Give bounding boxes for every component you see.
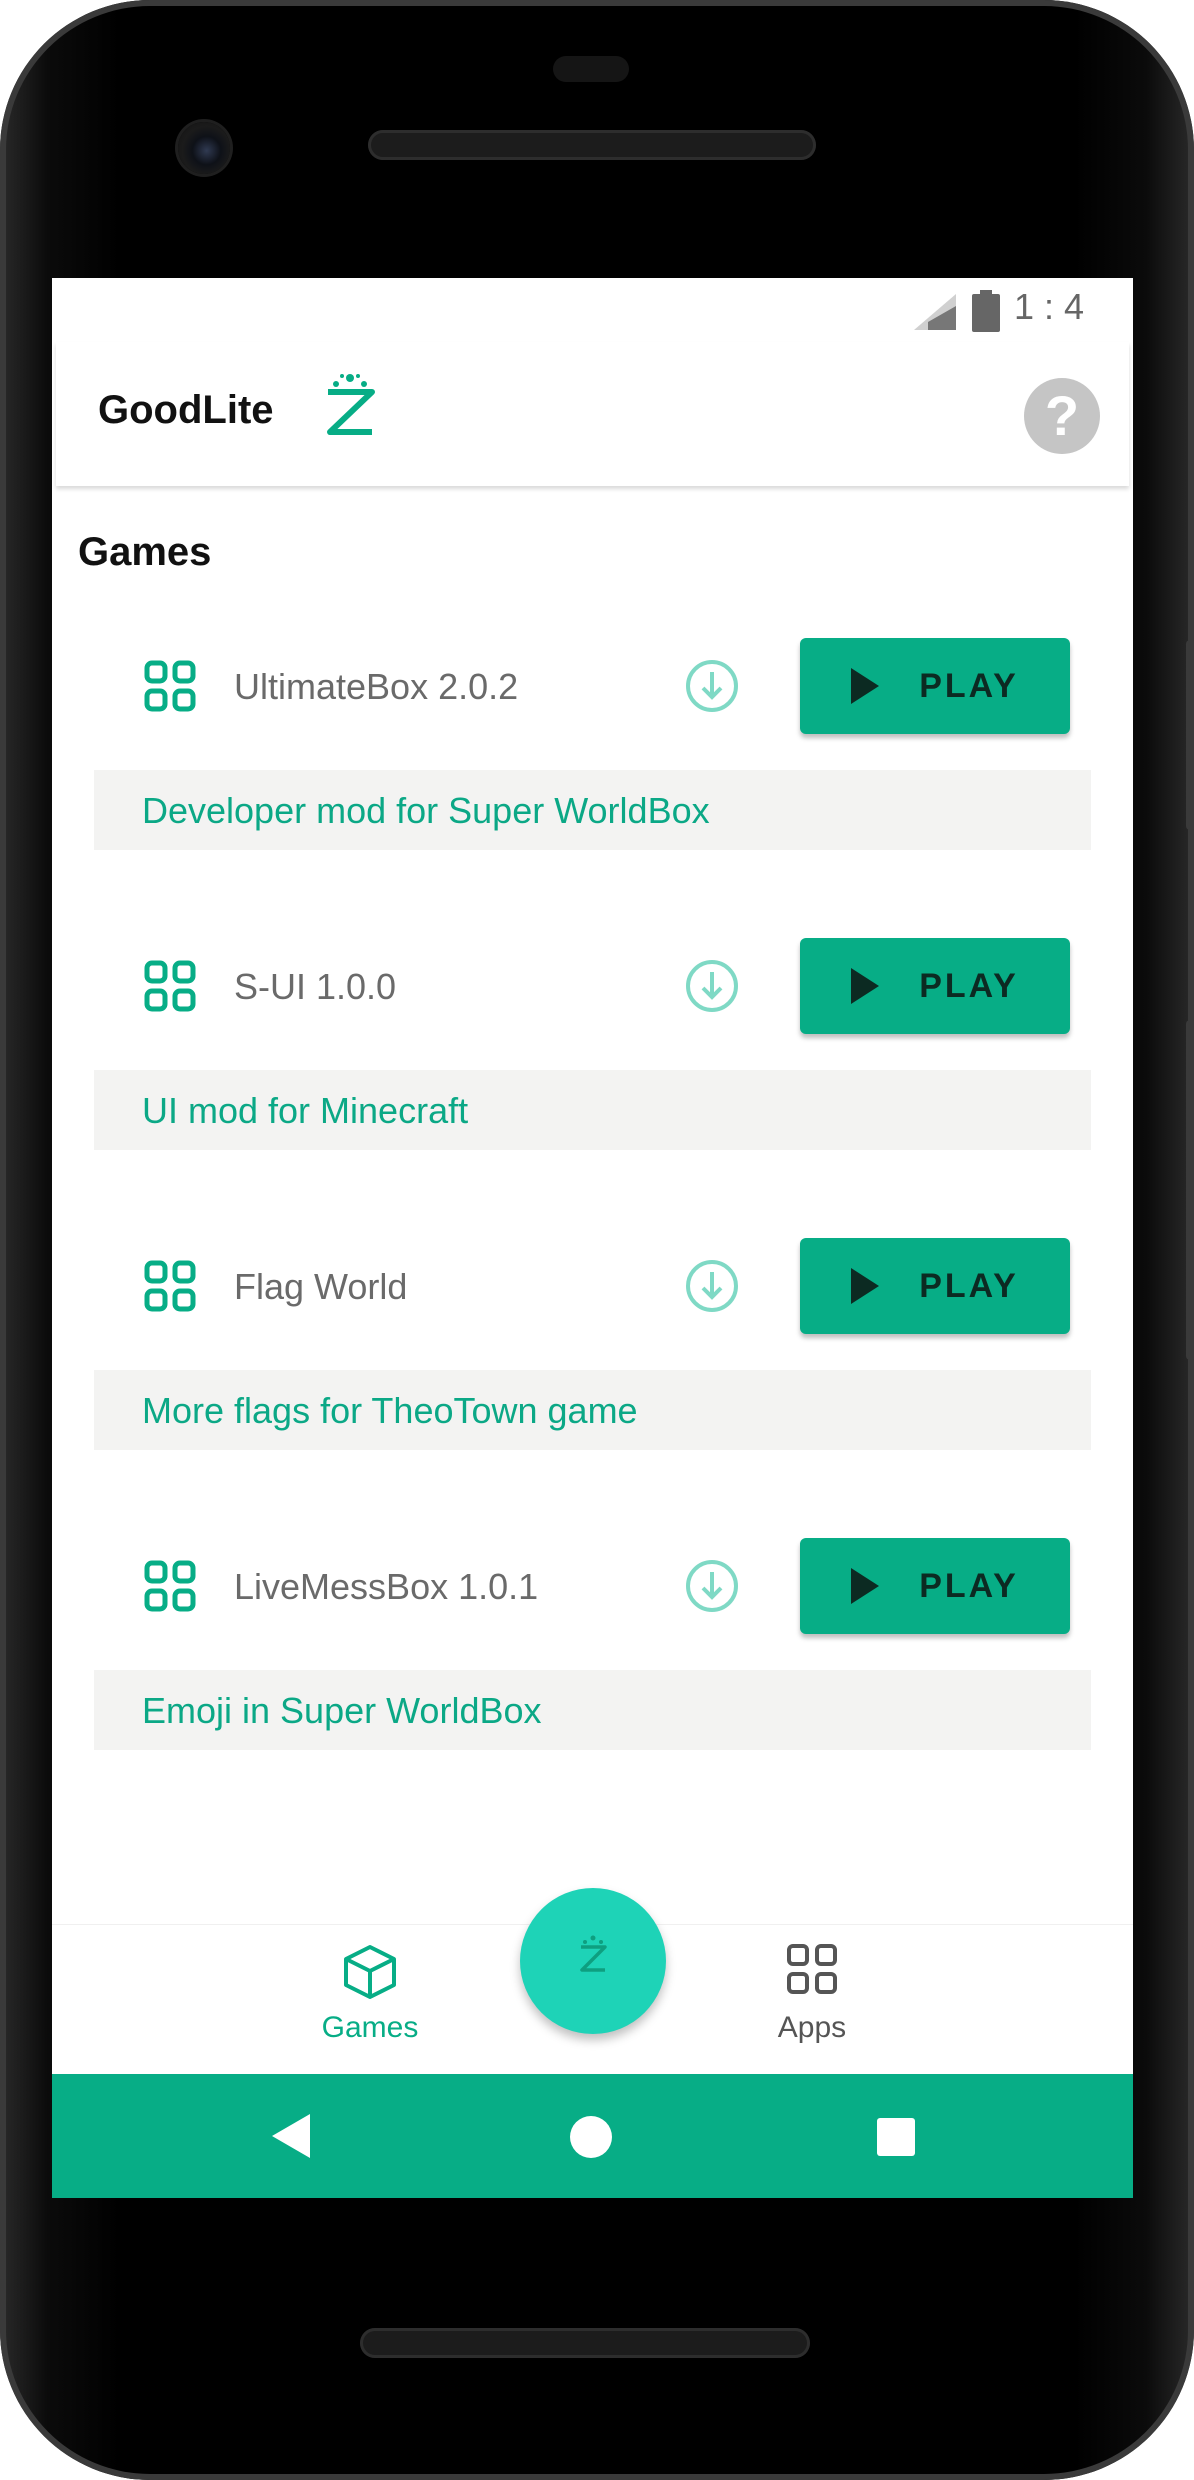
play-button[interactable]: PLAY bbox=[800, 638, 1070, 734]
system-navigation-bar bbox=[52, 2074, 1133, 2198]
play-button[interactable]: PLAY bbox=[800, 1238, 1070, 1334]
play-icon bbox=[851, 668, 880, 704]
play-button[interactable]: PLAY bbox=[800, 938, 1070, 1034]
screen: 1:4 GoodLite ? Games UltimateBox 2.0.2 P… bbox=[52, 278, 1133, 2198]
tab-games[interactable]: Games bbox=[270, 1943, 470, 2045]
power-button bbox=[1186, 640, 1194, 830]
item-name: S-UI 1.0.0 bbox=[234, 966, 397, 1007]
play-icon bbox=[851, 1268, 880, 1304]
item-description-text: UI mod for Minecraft bbox=[142, 1090, 469, 1131]
play-label: PLAY bbox=[919, 666, 1019, 705]
grid-icon bbox=[144, 660, 196, 712]
section-title: Games bbox=[78, 530, 212, 574]
item-name: UltimateBox 2.0.2 bbox=[234, 666, 519, 707]
item-description: UI mod for Minecraft bbox=[94, 1070, 1091, 1150]
volume-button bbox=[1186, 1020, 1194, 1360]
hourglass-logo-icon bbox=[327, 374, 375, 435]
item-description-text: Emoji in Super WorldBox bbox=[142, 1690, 542, 1731]
earpiece-speaker bbox=[368, 130, 816, 160]
download-icon[interactable] bbox=[684, 1558, 740, 1614]
front-camera bbox=[178, 122, 230, 174]
item-name: LiveMessBox 1.0.1 bbox=[234, 1566, 539, 1607]
tab-games-label: Games bbox=[321, 2011, 419, 2044]
play-icon bbox=[851, 968, 880, 1004]
play-label: PLAY bbox=[919, 1266, 1019, 1305]
hourglass-logo-icon bbox=[580, 1935, 607, 1972]
signal-icon bbox=[914, 294, 956, 330]
grid-icon bbox=[144, 1560, 196, 1612]
list-item: UltimateBox 2.0.2 PLAY Developer mod for… bbox=[94, 638, 1091, 858]
battery-icon bbox=[972, 290, 1000, 332]
recent-apps-icon[interactable] bbox=[877, 2118, 915, 2156]
grid-icon bbox=[144, 960, 196, 1012]
app-logo-text: GoodLite bbox=[98, 388, 274, 432]
tab-apps[interactable]: Apps bbox=[712, 1943, 912, 2045]
download-icon[interactable] bbox=[684, 1258, 740, 1314]
home-icon[interactable] bbox=[570, 2116, 612, 2158]
phone-frame: 1:4 GoodLite ? Games UltimateBox 2.0.2 P… bbox=[0, 0, 1194, 2480]
list-item: Flag World PLAY More flags for TheoTown … bbox=[94, 1238, 1091, 1458]
grid-icon bbox=[144, 1260, 196, 1312]
item-description-text: Developer mod for Super WorldBox bbox=[142, 790, 710, 831]
download-icon[interactable] bbox=[684, 658, 740, 714]
item-description: Developer mod for Super WorldBox bbox=[94, 770, 1091, 850]
list-item: LiveMessBox 1.0.1 PLAY Emoji in Super Wo… bbox=[94, 1538, 1091, 1758]
help-button[interactable]: ? bbox=[1024, 378, 1100, 454]
item-description-text: More flags for TheoTown game bbox=[142, 1390, 638, 1431]
home-fab[interactable] bbox=[520, 1888, 666, 2034]
grid-icon bbox=[787, 1944, 837, 1994]
play-label: PLAY bbox=[919, 1566, 1019, 1605]
item-description: More flags for TheoTown game bbox=[94, 1370, 1091, 1450]
item-description: Emoji in Super WorldBox bbox=[94, 1670, 1091, 1750]
sensor-notch bbox=[553, 56, 629, 82]
cube-icon bbox=[344, 1945, 396, 1999]
app-bar: GoodLite ? bbox=[56, 342, 1129, 486]
play-button[interactable]: PLAY bbox=[800, 1538, 1070, 1634]
play-icon bbox=[851, 1568, 880, 1604]
download-icon[interactable] bbox=[684, 958, 740, 1014]
play-label: PLAY bbox=[919, 966, 1019, 1005]
tab-apps-label: Apps bbox=[777, 2011, 847, 2044]
back-icon[interactable] bbox=[270, 2112, 312, 2160]
item-name: Flag World bbox=[234, 1266, 408, 1307]
status-bar: 1:4 bbox=[52, 278, 1133, 342]
status-time: 1:4 bbox=[1014, 286, 1095, 327]
list-item: S-UI 1.0.0 PLAY UI mod for Minecraft bbox=[94, 938, 1091, 1158]
bottom-speaker bbox=[360, 2328, 810, 2358]
